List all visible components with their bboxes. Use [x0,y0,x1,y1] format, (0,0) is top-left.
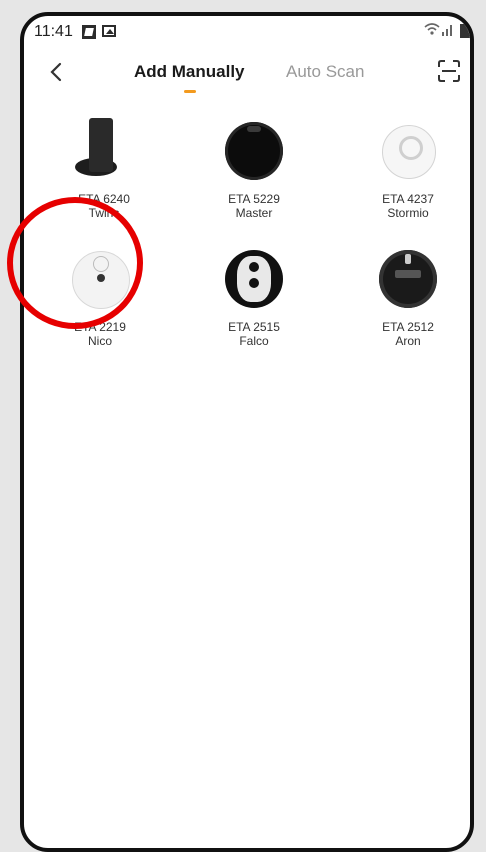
white-robot-icon [65,244,135,314]
tab-add-manually[interactable]: Add Manually [134,62,245,82]
device-model: ETA 4237 [382,192,434,206]
device-name: Aron [395,334,421,348]
device-item-eta-2515[interactable]: ETA 2515 Falco [184,244,324,348]
device-item-eta-2219[interactable]: ETA 2219 Nico [30,244,170,348]
gallery-icon [102,25,116,37]
device-name: Stormio [387,206,429,220]
tab-auto-scan[interactable]: Auto Scan [286,62,364,82]
device-item-eta-4237[interactable]: ETA 4237 Stormio [338,116,470,220]
device-model: ETA 2219 [74,320,126,334]
wifi-icon [424,23,440,35]
device-name: Nico [87,334,112,348]
phone-frame: 11:41 Add Manually Auto Scan ETA 6240 Tw… [20,12,474,852]
scan-button[interactable] [436,58,462,84]
header: Add Manually Auto Scan [24,50,470,100]
notification-icon [82,25,96,39]
white-robot-icon [373,116,443,186]
status-bar: 11:41 [24,16,470,50]
robot-with-dock-icon [69,116,139,186]
status-time: 11:41 [34,23,73,40]
battery-icon [460,24,470,38]
black-robot-icon [373,244,443,314]
active-tab-indicator [184,90,196,93]
device-item-eta-6240[interactable]: ETA 6240 Twins [34,116,174,220]
black-robot-icon [219,116,289,186]
device-model: ETA 5229 [228,192,280,206]
device-name: Master [235,206,273,220]
device-name: Twins [88,206,120,220]
device-model: ETA 2512 [382,320,434,334]
falco-robot-icon [219,244,289,314]
back-button[interactable] [44,58,68,86]
device-item-eta-2512[interactable]: ETA 2512 Aron [338,244,470,348]
device-item-eta-5229[interactable]: ETA 5229 Master [184,116,324,220]
signal-icon [442,25,452,36]
device-name: Falco [239,334,269,348]
device-model: ETA 6240 [78,192,130,206]
device-model: ETA 2515 [228,320,280,334]
